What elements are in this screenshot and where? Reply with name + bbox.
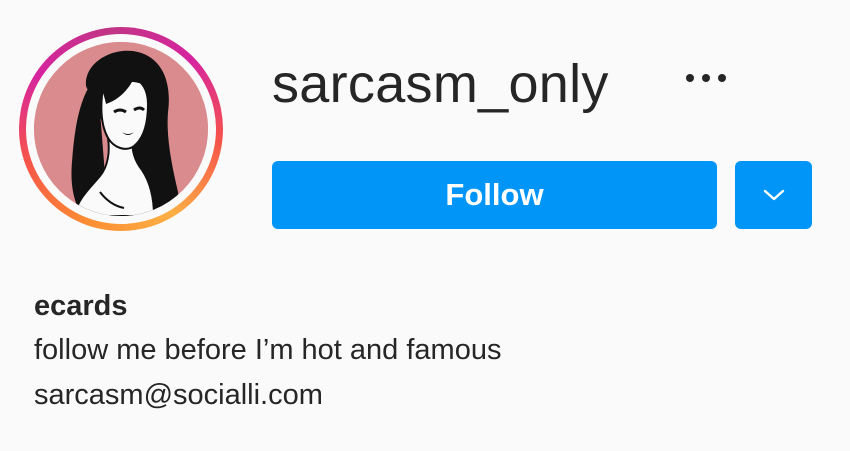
avatar-portrait-image xyxy=(34,42,208,216)
bio-display-name: ecards xyxy=(34,290,128,322)
avatar-ring-gap xyxy=(26,34,216,224)
avatar-story-ring[interactable] xyxy=(19,27,223,231)
follow-button[interactable]: Follow xyxy=(272,161,717,229)
chevron-down-icon xyxy=(763,189,784,201)
suggested-accounts-dropdown-button[interactable] xyxy=(735,161,812,229)
profile-bio: ecards follow me before I’m hot and famo… xyxy=(34,284,834,418)
ellipsis-icon xyxy=(686,74,726,82)
bio-email: sarcasm@socialli.com xyxy=(34,379,323,411)
bio-text: follow me before I’m hot and famous xyxy=(34,334,502,366)
avatar[interactable] xyxy=(34,42,208,216)
more-options-button[interactable] xyxy=(676,64,736,92)
profile-username: sarcasm_only xyxy=(272,54,609,114)
